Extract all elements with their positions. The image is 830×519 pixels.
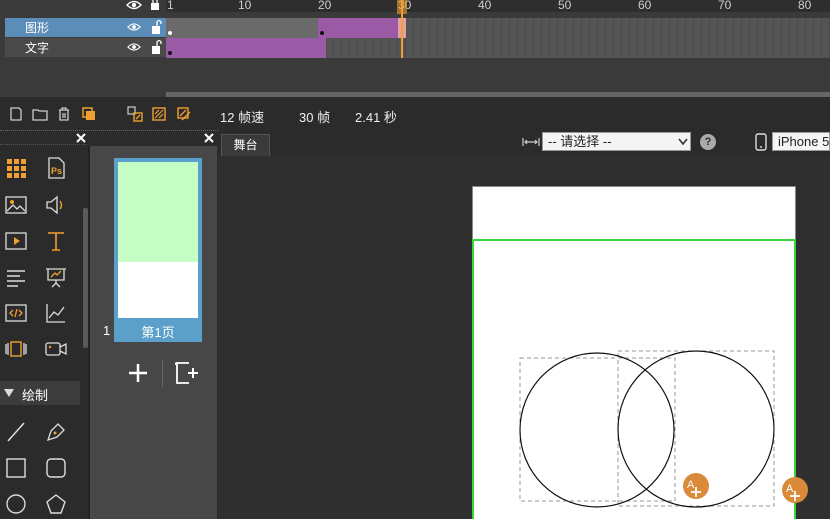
width-fit-icon[interactable] xyxy=(522,137,540,147)
clear-frames-icon[interactable] xyxy=(151,106,167,122)
fps-readout[interactable]: 12 帧速 xyxy=(220,107,264,126)
playhead-handle[interactable] xyxy=(397,0,407,14)
canvas-header-area[interactable] xyxy=(472,186,796,240)
add-text-badge-icon[interactable]: A xyxy=(682,472,710,500)
folder-icon[interactable] xyxy=(32,106,48,122)
frames-row-text[interactable] xyxy=(166,38,830,58)
page-thumbnail[interactable]: 第1页 xyxy=(114,158,202,342)
frame-ruler[interactable]: 1 10 20 30 40 50 60 70 80 xyxy=(166,0,830,12)
keyframe-dot[interactable] xyxy=(168,51,172,55)
draw-section-header[interactable]: 绘制 xyxy=(0,381,80,405)
ruler-tick: 50 xyxy=(558,0,572,12)
timeline-toolbar xyxy=(0,97,830,130)
static-frames xyxy=(166,18,318,38)
duration-readout: 2.41 秒 xyxy=(355,110,397,125)
photoshop-icon[interactable]: Ps xyxy=(44,156,68,180)
ellipse-tool-icon[interactable] xyxy=(4,492,28,516)
layer-list: 图形 文字 xyxy=(0,0,166,97)
line-tool-icon[interactable] xyxy=(4,420,28,444)
chevron-down-icon xyxy=(678,138,688,145)
svg-text:Ps: Ps xyxy=(51,166,62,176)
timeline-panel: 图形 文字 1 10 20 30 40 xyxy=(0,0,830,97)
presentation-icon[interactable] xyxy=(44,265,68,289)
code-icon[interactable] xyxy=(4,301,28,325)
tween-span[interactable] xyxy=(318,18,398,38)
draw-section-label: 绘制 xyxy=(22,388,49,403)
scene-select[interactable]: -- 请选择 -- xyxy=(542,132,691,151)
device-select-value: iPhone 5 xyxy=(778,134,830,149)
close-icon[interactable] xyxy=(76,133,86,143)
frame-count[interactable]: 30 帧 xyxy=(299,107,330,126)
polygon-tool-icon[interactable] xyxy=(44,492,68,516)
layer-name: 图形 xyxy=(25,21,50,35)
scene-select-value: -- 请选择 -- xyxy=(548,134,612,149)
svg-text:A: A xyxy=(687,479,695,491)
collapse-arrow-icon[interactable] xyxy=(4,389,14,397)
copy-layer-icon[interactable] xyxy=(81,106,97,122)
new-layer-icon[interactable] xyxy=(8,106,24,122)
eye-icon[interactable] xyxy=(127,41,141,53)
slideshow-icon[interactable] xyxy=(4,337,28,361)
apps-grid-icon[interactable] xyxy=(4,156,28,180)
rectangle-tool-icon[interactable] xyxy=(4,456,28,480)
circle-shape[interactable] xyxy=(519,352,675,508)
ruler-tick: 1 xyxy=(167,0,174,12)
image-icon[interactable] xyxy=(4,193,28,217)
stage-tab[interactable]: 舞台 xyxy=(221,134,270,156)
chart-icon[interactable] xyxy=(44,301,68,325)
add-page-icon[interactable] xyxy=(128,363,148,383)
insert-keyframe-icon[interactable] xyxy=(127,106,143,122)
page-label: 第1页 xyxy=(141,325,175,340)
page-number: 1 xyxy=(103,323,111,338)
ruler-tick: 70 xyxy=(718,0,732,12)
eye-icon[interactable] xyxy=(126,0,142,11)
svg-text:A: A xyxy=(786,483,794,495)
ruler-tick: 10 xyxy=(238,0,252,12)
layer-row-text[interactable]: 文字 xyxy=(5,38,166,57)
help-icon[interactable]: ? xyxy=(700,134,716,150)
import-page-icon[interactable] xyxy=(175,361,201,385)
pen-tool-icon[interactable] xyxy=(44,420,68,444)
rounded-rect-tool-icon[interactable] xyxy=(44,456,68,480)
phone-icon[interactable] xyxy=(755,133,767,151)
layer-name: 文字 xyxy=(25,41,50,55)
tween-span[interactable] xyxy=(166,38,326,58)
paragraph-icon[interactable] xyxy=(4,265,28,289)
selection-bbox xyxy=(519,357,676,502)
lock-icon[interactable] xyxy=(150,0,160,10)
layer-row-shapes[interactable]: 图形 xyxy=(5,18,166,37)
tween-icon[interactable] xyxy=(176,106,192,122)
keyframe-dot[interactable] xyxy=(168,31,172,35)
ruler-tick: 40 xyxy=(478,0,492,12)
close-icon[interactable] xyxy=(204,133,214,143)
unlock-icon[interactable] xyxy=(151,39,163,55)
ruler-tick: 20 xyxy=(318,0,332,12)
add-text-badge-icon[interactable]: A xyxy=(781,476,809,504)
keyframe-dot[interactable] xyxy=(320,31,324,35)
audio-icon[interactable] xyxy=(44,193,68,217)
device-select[interactable]: iPhone 5 xyxy=(772,132,830,151)
trash-icon[interactable] xyxy=(56,106,72,122)
unlock-icon[interactable] xyxy=(151,19,163,35)
canvas-shapes[interactable] xyxy=(472,239,830,519)
camera-icon[interactable] xyxy=(44,337,68,361)
ruler-tick: 80 xyxy=(798,0,812,12)
eye-icon[interactable] xyxy=(127,21,141,33)
ruler-tick: 60 xyxy=(638,0,652,12)
video-icon[interactable] xyxy=(4,229,28,253)
frame-grid[interactable] xyxy=(166,0,830,59)
text-tool-icon[interactable] xyxy=(44,229,68,253)
frames-row-shapes[interactable] xyxy=(166,18,830,38)
